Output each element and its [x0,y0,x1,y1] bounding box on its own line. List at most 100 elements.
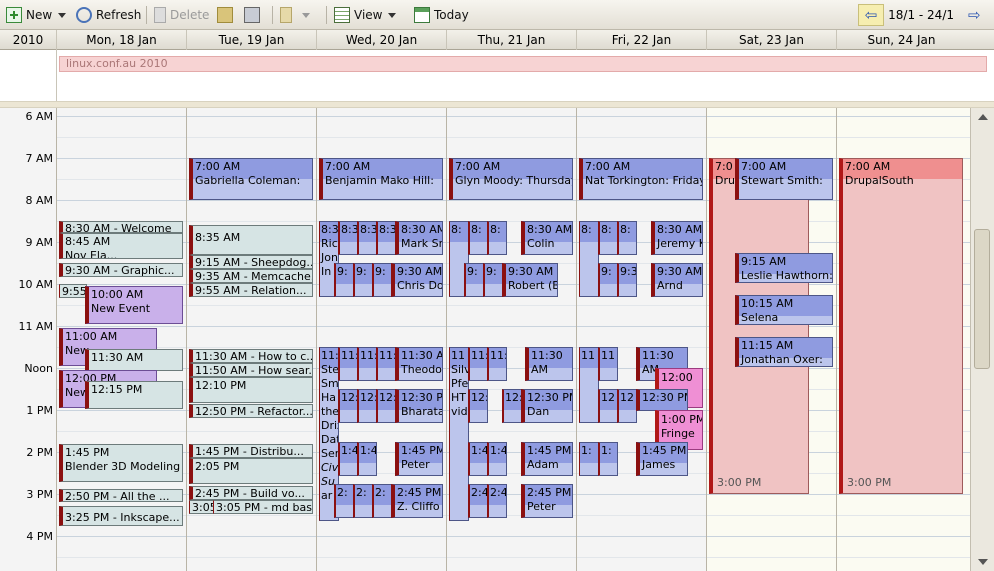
vertical-scrollbar[interactable] [970,108,994,571]
calendar-event[interactable]: 1:45 PM Adam [521,442,573,476]
calendar-event[interactable]: 12: [357,389,377,423]
calendar-event[interactable]: 11SilviaPfeHTvideo: [449,347,469,521]
calendar-event[interactable]: 2:50 PM - All the ... [59,489,183,502]
calendar-event[interactable]: 3:25 PM - Inkscape... [59,506,183,526]
calendar-event[interactable]: 12:15 PM [85,381,183,409]
all-day-area[interactable]: linux.conf.au 2010 [0,50,994,101]
calendar-event[interactable]: 12:30 PM [636,389,688,411]
calendar-event[interactable]: 8:35 AM [189,225,313,255]
calendar-event[interactable]: 2:4 [468,484,488,518]
calendar-event[interactable]: 7:0 Dru 3:00 PM [709,158,809,494]
calendar-event[interactable]: 9: [372,263,392,297]
calendar-event[interactable]: 9: [483,263,503,297]
calendar-event[interactable]: 11: [376,347,396,381]
calendar-event[interactable]: 2: [353,484,373,518]
new-button[interactable]: New [6,4,67,26]
chevron-down-icon[interactable] [58,12,67,18]
calendar-event[interactable]: 1:4 [338,442,358,476]
calendar-event[interactable]: 1:45 PM James [636,442,688,476]
day-header-mon[interactable]: Mon, 18 Jan [56,30,186,50]
calendar-event[interactable]: 9:30 AM Robert (B [502,263,558,297]
calendar-event[interactable]: 1:4 [468,442,488,476]
calendar-event[interactable]: 1:4 [357,442,377,476]
week-grid[interactable]: 6 AM 7 AM 8 AM 9 AM 10 AM 11 AM Noon 1 P… [0,108,970,571]
refresh-button[interactable]: Refresh [76,4,141,26]
calendar-event[interactable]: 8:3 [376,221,396,255]
calendar-event[interactable]: 12: [502,389,522,423]
calendar-event[interactable]: 10:00 AM New Event [85,286,183,324]
calendar-event[interactable]: 8: [468,221,488,255]
calendar-event[interactable]: 9: [464,263,484,297]
calendar-event[interactable]: 2: [334,484,354,518]
calendar-event[interactable]: 8:30 AMMark Smi [395,221,443,255]
calendar-event[interactable]: 7:00 AM Nat Torkington: Friday [579,158,703,200]
calendar-event[interactable]: 2:45 PM Peter [521,484,573,518]
import-button[interactable] [217,4,237,26]
calendar-event[interactable]: 9:35 AM - Memcache... [189,269,313,283]
calendar-event[interactable]: 2:45 PM Z. Cliffo [391,484,443,518]
calendar-event[interactable]: 11 [579,347,599,423]
view-button[interactable]: View [334,4,397,26]
calendar-event[interactable]: 2:45 PM - Build vo... [189,486,313,500]
calendar-event[interactable]: 8: [579,221,599,297]
calendar-event[interactable]: 7:00 AM Benjamin Mako Hill: [319,158,443,200]
calendar-event[interactable]: 1:45 PM Peter [395,442,443,476]
calendar-event[interactable]: 8:45 AM Nov Ela... [59,233,183,259]
calendar-event[interactable]: 11: [338,347,358,381]
scroll-down-icon[interactable] [978,559,988,565]
calendar-event[interactable]: 11:30 AM [85,349,183,371]
calendar-event[interactable]: 9:30 AMChris Dou [391,263,443,297]
chevron-down-icon[interactable] [302,12,310,18]
day-header-thu[interactable]: Thu, 21 Jan [446,30,576,50]
delete-button[interactable]: Delete [154,4,209,26]
calendar-event[interactable]: 9:30 AM - Graphic... [59,263,183,277]
day-header-tue[interactable]: Tue, 19 Jan [186,30,316,50]
calendar-event[interactable]: 2: [372,484,392,518]
today-button[interactable]: Today [414,4,469,26]
calendar-event[interactable]: 2:05 PM [189,458,313,484]
calendar-event[interactable]: 9:15 AM - Sheepdog... [189,255,313,269]
scroll-up-icon[interactable] [978,114,988,120]
print-button[interactable] [244,4,264,26]
calendar-event[interactable]: 12:50 PM - Refactor... [189,404,313,418]
paste-button[interactable] [280,4,310,26]
calendar-event[interactable]: 11: [357,347,377,381]
calendar-event[interactable]: 12: [338,389,358,423]
calendar-event[interactable]: 12: [376,389,396,423]
calendar-event[interactable]: 8:30 AM - Welcome [59,221,183,233]
day-header-wed[interactable]: Wed, 20 Jan [316,30,446,50]
calendar-event[interactable]: 11:30 AM [525,347,573,381]
calendar-event[interactable]: 1: [579,442,599,476]
calendar-event[interactable]: 1:45 PM Blender 3D Modeling [59,444,183,482]
calendar-event[interactable]: 9: [334,263,354,297]
calendar-event[interactable]: 3:05 PM - md based [213,500,313,514]
calendar-event[interactable]: 8:3 [338,221,358,255]
calendar-event[interactable]: 11:30 AM - How to c... [189,349,313,363]
calendar-event[interactable]: 9:55 AM - Relation... [189,283,313,297]
calendar-event[interactable]: 7:00 AM Stewart Smith: [735,158,833,200]
calendar-event[interactable]: 8: [617,221,637,255]
calendar-event[interactable]: 11 [598,347,618,381]
calendar-event[interactable]: 9: [598,263,618,297]
calendar-event[interactable]: 8:30 AM Jeremy K [651,221,703,255]
calendar-event[interactable]: 1: [598,442,618,476]
calendar-event[interactable]: 11:50 AM - How sear... [189,363,313,377]
calendar-event[interactable]: 9:55 [59,284,87,298]
calendar-event[interactable]: 10:15 AM Selena [735,295,833,325]
calendar-event[interactable]: 12 [598,389,618,423]
calendar-event[interactable]: 11:30 AMTheodore [395,347,443,381]
calendar-event[interactable]: 12:10 PM [189,377,313,403]
calendar-event[interactable]: 9:30 AM Arnd [651,263,703,297]
calendar-event[interactable]: 12:30 PMDan [521,389,573,423]
calendar-event[interactable]: 7:00 AM Gabriella Coleman: [189,158,313,200]
calendar-event[interactable]: 1:4 [487,442,507,476]
calendar-event[interactable]: 2:4 [487,484,507,518]
calendar-event[interactable]: 9: [353,263,373,297]
calendar-event[interactable]: 9:3 [617,263,637,297]
calendar-event[interactable]: 12: [468,389,488,423]
day-header-fri[interactable]: Fri, 22 Jan [576,30,706,50]
calendar-event[interactable]: 3:05 [189,500,215,514]
calendar-event[interactable]: 8: [487,221,507,255]
calendar-event[interactable]: 11: [487,347,507,381]
calendar-event[interactable]: 7:00 AM Glyn Moody: Thursday [449,158,573,200]
